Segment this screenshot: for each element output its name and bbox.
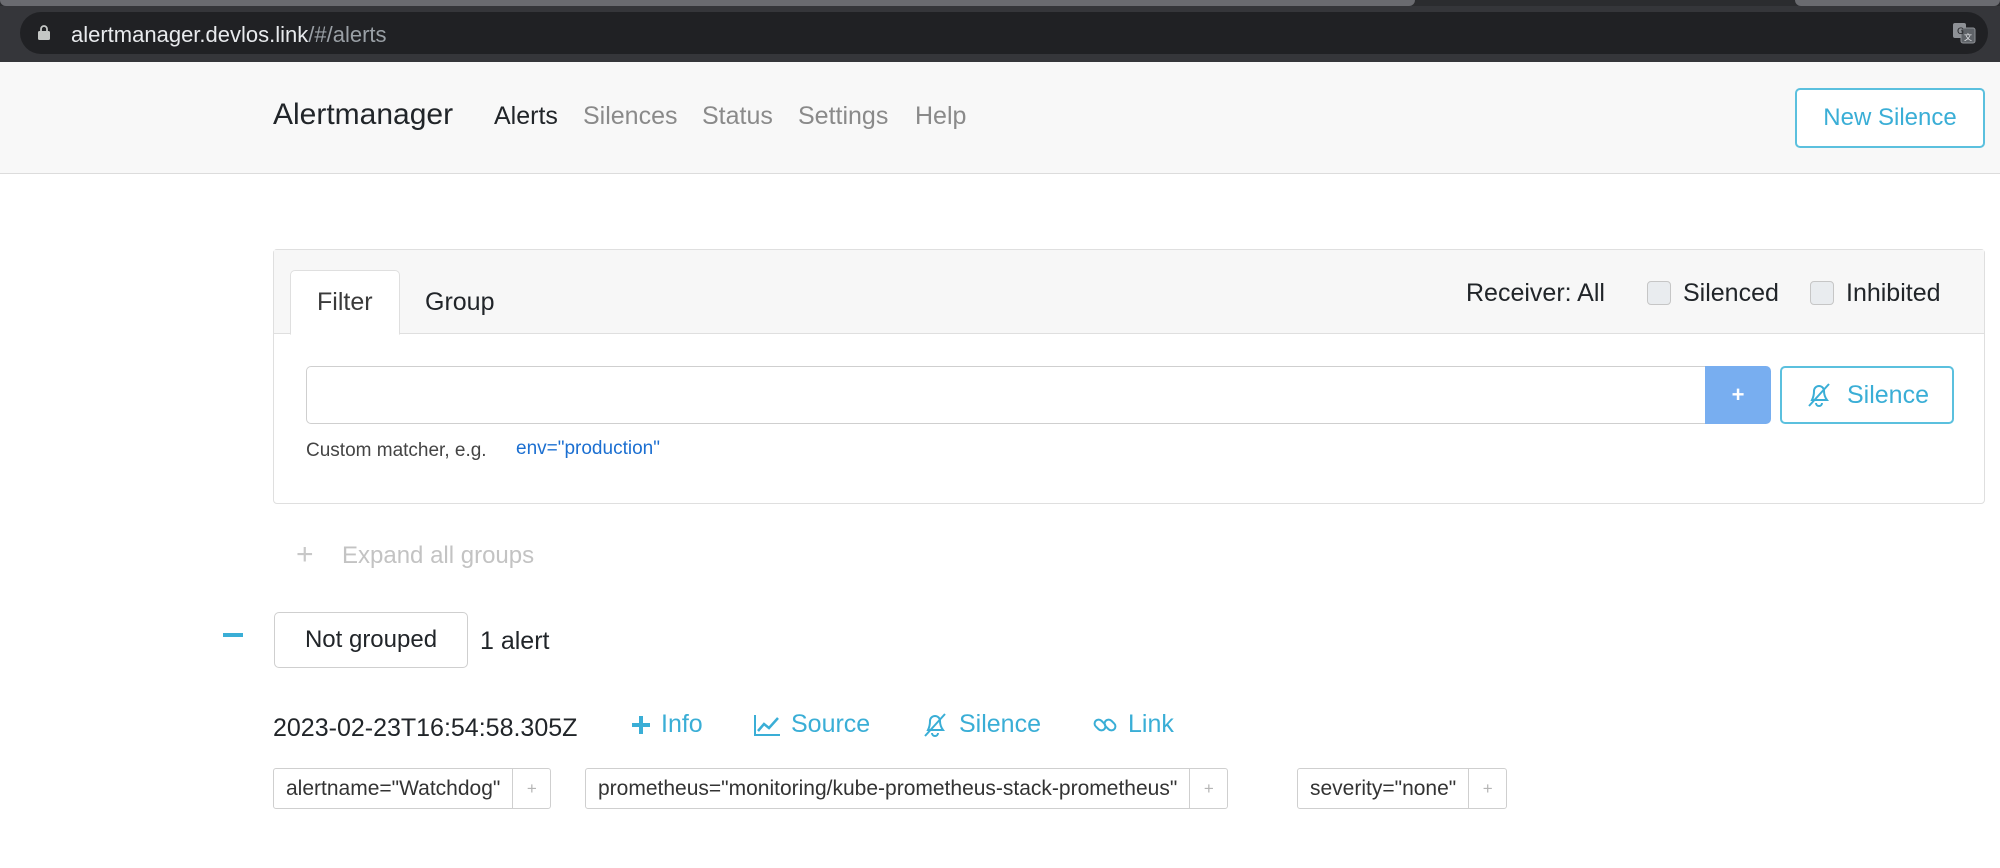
- inhibited-label[interactable]: Inhibited: [1846, 279, 1941, 308]
- filter-card: Filter Group Receiver: All Silenced Inhi…: [273, 249, 1985, 504]
- url-path: /#/alerts: [308, 22, 387, 47]
- label-pill-prometheus[interactable]: prometheus="monitoring/kube-prometheus-s…: [585, 768, 1229, 809]
- alert-link[interactable]: Link: [1092, 710, 1174, 739]
- plus-icon[interactable]: +: [296, 540, 314, 570]
- alert-link-label: Link: [1128, 710, 1174, 738]
- alert-silence-label: Silence: [959, 710, 1041, 738]
- add-label-filter-button[interactable]: +: [1189, 769, 1227, 808]
- group-badge: Not grouped: [274, 612, 468, 668]
- alert-count: 1 alert: [480, 627, 550, 655]
- add-label-filter-button[interactable]: +: [1468, 769, 1506, 808]
- lock-icon: [38, 25, 50, 40]
- add-label-filter-button[interactable]: +: [512, 769, 550, 808]
- address-bar[interactable]: alertmanager.devlos.link/#/alerts G 文: [20, 12, 1988, 54]
- new-silence-button[interactable]: New Silence: [1795, 88, 1985, 148]
- silenced-label[interactable]: Silenced: [1683, 279, 1779, 308]
- silenced-checkbox[interactable]: [1647, 281, 1671, 305]
- label-text[interactable]: severity="none": [1298, 769, 1468, 808]
- alert-source-label: Source: [791, 710, 871, 738]
- url-host: alertmanager.devlos.link: [71, 22, 309, 47]
- plus-icon: [632, 715, 650, 734]
- collapse-group-button[interactable]: [223, 633, 243, 637]
- svg-text:文: 文: [1964, 32, 1972, 42]
- browser-tab[interactable]: [1795, 0, 2000, 6]
- tab-filter[interactable]: Filter: [290, 270, 400, 335]
- alert-source-link[interactable]: Source: [753, 710, 870, 739]
- matcher-input[interactable]: [306, 366, 1705, 424]
- expand-all-groups[interactable]: Expand all groups: [342, 542, 534, 570]
- nav-help[interactable]: Help: [915, 102, 966, 131]
- svg-text:G: G: [1957, 27, 1964, 37]
- url-text[interactable]: alertmanager.devlos.link/#/alerts: [71, 22, 387, 48]
- nav-alerts[interactable]: Alerts: [494, 102, 558, 131]
- bell-slash-icon: [924, 712, 946, 737]
- filter-card-header: Filter Group Receiver: All Silenced Inhi…: [274, 250, 1984, 335]
- alert-timestamp: 2023-02-23T16:54:58.305Z: [273, 714, 578, 742]
- nav-silences[interactable]: Silences: [583, 102, 678, 131]
- matcher-hint-example[interactable]: env="production": [516, 438, 660, 460]
- alert-silence-button[interactable]: Silence: [921, 710, 1041, 739]
- chart-line-icon: [754, 714, 780, 736]
- label-pill-severity[interactable]: severity="none" +: [1297, 768, 1508, 809]
- add-matcher-button[interactable]: +: [1705, 366, 1771, 424]
- label-pill-alertname[interactable]: alertname="Watchdog" +: [273, 768, 552, 809]
- bell-slash-icon: [1808, 383, 1830, 407]
- tab-strip: [0, 0, 2000, 6]
- silence-filter-button[interactable]: Silence: [1780, 366, 1954, 424]
- matcher-hint: Custom matcher, e.g.: [306, 440, 487, 461]
- label-text[interactable]: prometheus="monitoring/kube-prometheus-s…: [586, 769, 1189, 808]
- nav-settings[interactable]: Settings: [798, 102, 888, 131]
- brand[interactable]: Alertmanager: [273, 98, 453, 132]
- inhibited-checkbox[interactable]: [1810, 281, 1834, 305]
- browser-tab[interactable]: [0, 0, 1415, 6]
- browser-toolbar: alertmanager.devlos.link/#/alerts G 文: [0, 0, 2000, 62]
- translate-icon[interactable]: G 文: [1952, 21, 1976, 45]
- alert-info-button[interactable]: Info: [631, 710, 703, 739]
- alert-info-label: Info: [661, 710, 703, 738]
- nav-status[interactable]: Status: [702, 102, 773, 131]
- label-text[interactable]: alertname="Watchdog": [274, 769, 512, 808]
- receiver-dropdown[interactable]: Receiver: All: [1466, 279, 1605, 308]
- tab-group[interactable]: Group: [399, 270, 520, 335]
- silence-filter-label: Silence: [1847, 380, 1929, 409]
- top-navbar: Alertmanager Alerts Silences Status Sett…: [0, 62, 2000, 174]
- link-icon: [1093, 718, 1117, 731]
